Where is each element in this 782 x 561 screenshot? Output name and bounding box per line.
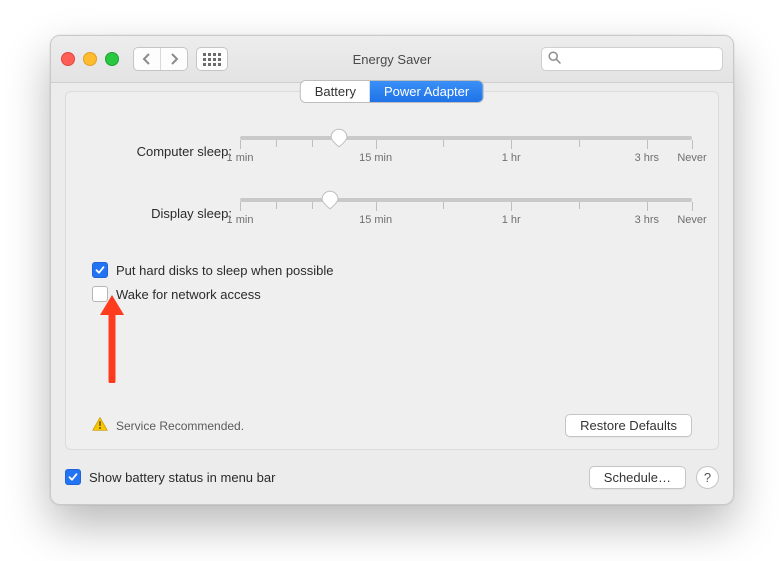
display-sleep-slider[interactable]: 1 min 15 min 1 hr 3 hrs Never bbox=[240, 198, 692, 228]
display-sleep-label: Display sleep: bbox=[92, 206, 240, 221]
power-source-tabs: Battery Power Adapter bbox=[301, 81, 483, 102]
hard-disks-sleep-label: Put hard disks to sleep when possible bbox=[116, 263, 334, 278]
annotation-arrow-icon bbox=[98, 295, 126, 386]
search-field[interactable] bbox=[541, 47, 723, 71]
check-icon bbox=[95, 265, 105, 275]
minimize-window-button[interactable] bbox=[83, 52, 97, 66]
energy-saver-panel: Battery Power Adapter Computer sleep: bbox=[65, 91, 719, 450]
warning-icon bbox=[92, 417, 108, 434]
grid-icon bbox=[203, 53, 221, 66]
wake-for-network-label: Wake for network access bbox=[116, 287, 261, 302]
nav-back-forward bbox=[133, 47, 188, 71]
wake-for-network-option[interactable]: Wake for network access bbox=[92, 286, 692, 302]
hard-disks-sleep-checkbox[interactable] bbox=[92, 262, 108, 278]
service-status-row: Service Recommended. Restore Defaults bbox=[92, 414, 692, 437]
schedule-button[interactable]: Schedule… bbox=[589, 466, 686, 489]
titlebar: Energy Saver bbox=[51, 36, 733, 83]
help-button[interactable]: ? bbox=[696, 466, 719, 489]
tab-power-adapter[interactable]: Power Adapter bbox=[370, 81, 483, 102]
check-icon bbox=[68, 472, 78, 482]
show-battery-status-label: Show battery status in menu bar bbox=[89, 470, 275, 485]
tab-battery[interactable]: Battery bbox=[301, 81, 370, 102]
forward-button[interactable] bbox=[160, 48, 187, 70]
service-status-text: Service Recommended. bbox=[116, 419, 244, 433]
help-icon: ? bbox=[704, 470, 711, 485]
wake-for-network-checkbox[interactable] bbox=[92, 286, 108, 302]
slider-tick-labels: 1 min 15 min 1 hr 3 hrs Never bbox=[240, 152, 692, 166]
computer-sleep-row: Computer sleep: bbox=[92, 136, 692, 166]
search-icon bbox=[548, 51, 561, 67]
window-controls bbox=[61, 52, 119, 66]
show-all-prefs-button[interactable] bbox=[196, 47, 228, 71]
preferences-window: Energy Saver bbox=[50, 35, 734, 505]
display-sleep-row: Display sleep: bbox=[92, 198, 692, 228]
slider-tick-labels: 1 min 15 min 1 hr 3 hrs Never bbox=[240, 214, 692, 228]
back-button[interactable] bbox=[134, 48, 160, 70]
computer-sleep-label: Computer sleep: bbox=[92, 144, 240, 159]
slider-ticks bbox=[240, 140, 692, 148]
footer: Show battery status in menu bar Schedule… bbox=[65, 460, 719, 494]
restore-defaults-button[interactable]: Restore Defaults bbox=[565, 414, 692, 437]
computer-sleep-slider[interactable]: 1 min 15 min 1 hr 3 hrs Never bbox=[240, 136, 692, 166]
close-window-button[interactable] bbox=[61, 52, 75, 66]
slider-ticks bbox=[240, 202, 692, 210]
zoom-window-button[interactable] bbox=[105, 52, 119, 66]
hard-disks-sleep-option[interactable]: Put hard disks to sleep when possible bbox=[92, 262, 692, 278]
search-input[interactable] bbox=[567, 52, 734, 67]
show-battery-status-checkbox[interactable] bbox=[65, 469, 81, 485]
show-battery-status-option[interactable]: Show battery status in menu bar bbox=[65, 469, 275, 485]
